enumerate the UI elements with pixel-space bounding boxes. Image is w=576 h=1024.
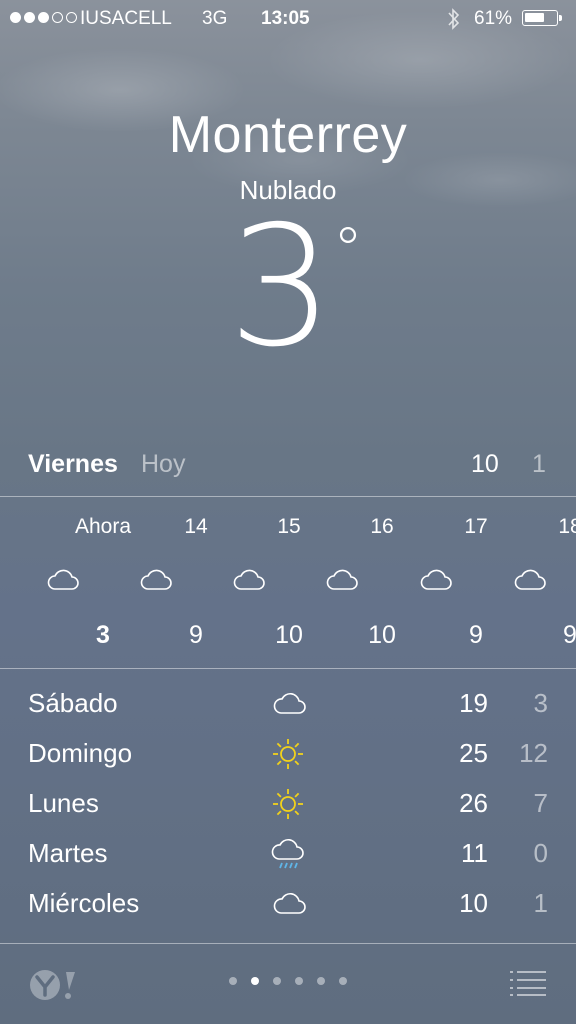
signal-dot [52, 12, 63, 23]
hour-label: 15 [277, 515, 301, 538]
day-name: Martes [28, 838, 108, 868]
today-day: Viernes [28, 450, 118, 478]
status-time: 13:05 [261, 8, 310, 29]
day-high: 25 [459, 738, 488, 768]
day-low: 3 [533, 688, 548, 718]
hour-label: 18 [558, 515, 576, 538]
today-label: Hoy [141, 450, 186, 478]
signal-dot [38, 12, 49, 23]
list-icon[interactable] [508, 969, 548, 997]
day-high: 10 [459, 888, 488, 918]
day-name: Miércoles [28, 888, 140, 918]
day-high: 19 [459, 688, 488, 718]
day-low: 1 [533, 888, 548, 918]
rain-cloud-icon [271, 839, 304, 869]
hour-label: Ahora [74, 515, 132, 538]
hour-temp: 3 [96, 621, 110, 649]
page-dot [229, 977, 237, 985]
hour-temp: 9 [189, 621, 203, 649]
daily-row: Lunes 26 7 [0, 784, 576, 830]
cloud-icon [514, 569, 546, 590]
hour-temp: 9 [469, 621, 483, 649]
sun-icon [273, 739, 303, 769]
page-indicator[interactable] [229, 977, 347, 985]
bottom-toolbar [0, 945, 576, 1024]
cloud-icon [47, 569, 79, 590]
hour-label: 14 [184, 515, 208, 538]
hour-temp: 10 [275, 621, 303, 649]
today-low: 1 [532, 450, 546, 478]
signal-strength-icon [10, 12, 77, 23]
yahoo-logo-icon[interactable] [28, 968, 80, 1002]
hour-label: 17 [464, 515, 488, 538]
hourly-forecast[interactable]: Ahora 3 14 9 15 10 16 10 17 9 18 9 [0, 515, 576, 655]
today-summary[interactable]: Viernes Hoy 10 1 [0, 448, 576, 482]
signal-dot [24, 12, 35, 23]
daily-row: Miércoles 10 1 [0, 884, 576, 930]
daily-row: Domingo 25 12 [0, 734, 576, 780]
current-temperature: 3 [228, 191, 334, 384]
status-bar: IUSACELL 3G 13:05 61% [0, 0, 576, 38]
divider [0, 668, 576, 669]
hour-temp: 10 [368, 621, 396, 649]
day-name: Lunes [28, 788, 99, 818]
day-name: Sábado [28, 688, 118, 718]
network-type: 3G [202, 8, 228, 29]
daily-row: Martes 11 0 [0, 834, 576, 880]
day-low: 0 [533, 838, 548, 868]
sun-icon [273, 789, 303, 819]
day-low: 7 [533, 788, 548, 818]
page-dot [273, 977, 281, 985]
page-dot [295, 977, 303, 985]
day-name: Domingo [28, 738, 133, 768]
signal-dot [10, 12, 21, 23]
battery-fill [525, 13, 544, 22]
battery-percent: 61% [474, 8, 513, 29]
cloud-icon [326, 569, 358, 590]
cloud-icon [233, 569, 265, 590]
battery-nub [559, 15, 562, 21]
carrier-name: IUSACELL [80, 8, 172, 29]
battery-icon [522, 10, 562, 26]
bluetooth-icon [448, 8, 460, 30]
day-low: 12 [519, 738, 548, 768]
day-high: 11 [461, 838, 488, 868]
page-dot [317, 977, 325, 985]
signal-dot [66, 12, 77, 23]
today-high: 10 [471, 450, 499, 478]
divider [0, 943, 576, 944]
degree-symbol: ° [333, 215, 363, 285]
cloud-icon [140, 569, 172, 590]
cloud-icon [420, 569, 452, 590]
cloud-icon [273, 693, 306, 714]
cloud-icon [273, 893, 306, 914]
daily-row: Sábado 19 3 [0, 684, 576, 730]
hour-label: 16 [370, 515, 394, 538]
day-high: 26 [459, 788, 488, 818]
page-dot-active [251, 977, 259, 985]
divider [0, 496, 576, 497]
hour-temp: 9 [563, 621, 576, 649]
page-dot [339, 977, 347, 985]
city-name: Monterrey [168, 106, 408, 164]
